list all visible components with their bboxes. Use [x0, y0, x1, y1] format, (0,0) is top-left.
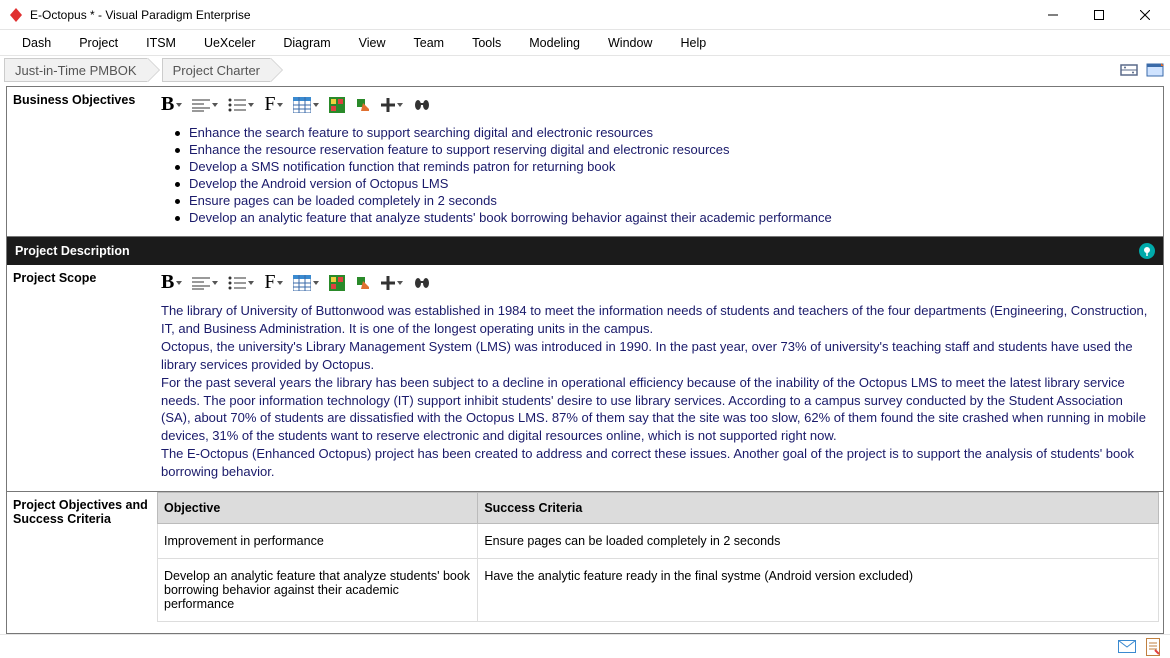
- add-button[interactable]: [381, 98, 403, 112]
- objectives-table[interactable]: Objective Success Criteria Improvement i…: [157, 492, 1159, 622]
- cell-criteria[interactable]: Ensure pages can be loaded completely in…: [478, 524, 1159, 559]
- cell-objective[interactable]: Develop an analytic feature that analyze…: [158, 559, 478, 622]
- list-button[interactable]: [228, 276, 254, 290]
- menu-diagram[interactable]: Diagram: [269, 32, 344, 54]
- menubar: Dash Project ITSM UeXceler Diagram View …: [0, 30, 1170, 56]
- list-item[interactable]: Develop the Android version of Octopus L…: [189, 175, 1155, 192]
- align-button[interactable]: [192, 276, 218, 290]
- section-business-objectives: Business Objectives B F Enhance the sear…: [7, 87, 1163, 237]
- rich-text-toolbar: B F: [161, 91, 1155, 124]
- titlebar: E-Octopus * - Visual Paradigm Enterprise: [0, 0, 1170, 30]
- pin-icon[interactable]: [1139, 243, 1155, 259]
- paragraph[interactable]: The library of University of Buttonwood …: [161, 302, 1155, 337]
- rich-text-toolbar: B F: [161, 269, 1155, 302]
- label-objectives-criteria: Project Objectives and Success Criteria: [7, 492, 157, 622]
- col-criteria: Success Criteria: [478, 493, 1159, 524]
- window-controls: [1030, 0, 1168, 30]
- document-icon[interactable]: [1144, 638, 1162, 656]
- close-button[interactable]: [1122, 0, 1168, 30]
- header-label: Project Description: [15, 244, 130, 258]
- section-header-project-description: Project Description: [7, 237, 1163, 265]
- label-business-objectives: Business Objectives: [7, 87, 157, 236]
- window-title: E-Octopus * - Visual Paradigm Enterprise: [30, 8, 1030, 22]
- section-objectives-criteria: Project Objectives and Success Criteria …: [7, 492, 1163, 622]
- label-project-scope: Project Scope: [7, 265, 157, 491]
- table-header-row: Objective Success Criteria: [158, 493, 1159, 524]
- paragraph[interactable]: Octopus, the university's Library Manage…: [161, 338, 1155, 373]
- switch-view-icon[interactable]: [1118, 59, 1140, 81]
- maximize-button[interactable]: [1076, 0, 1122, 30]
- font-button[interactable]: F: [264, 93, 283, 116]
- bold-button[interactable]: B: [161, 93, 182, 116]
- table-row[interactable]: Develop an analytic feature that analyze…: [158, 559, 1159, 622]
- cell-criteria[interactable]: Have the analytic feature ready in the f…: [478, 559, 1159, 622]
- insert-image-button[interactable]: [355, 97, 371, 113]
- font-button[interactable]: F: [264, 271, 283, 294]
- menu-dash[interactable]: Dash: [8, 32, 65, 54]
- menu-uexceler[interactable]: UeXceler: [190, 32, 269, 54]
- menu-modeling[interactable]: Modeling: [515, 32, 594, 54]
- breadcrumb-bar: Just-in-Time PMBOK Project Charter: [0, 56, 1170, 84]
- list-item[interactable]: Enhance the search feature to support se…: [189, 124, 1155, 141]
- section-project-scope: Project Scope B F The library of Univers…: [7, 265, 1163, 492]
- table-button[interactable]: [293, 97, 319, 113]
- list-button[interactable]: [228, 98, 254, 112]
- insert-model-button[interactable]: [329, 97, 345, 113]
- list-item[interactable]: Ensure pages can be loaded completely in…: [189, 192, 1155, 209]
- cell-objective[interactable]: Improvement in performance: [158, 524, 478, 559]
- menu-window[interactable]: Window: [594, 32, 666, 54]
- minimize-button[interactable]: [1030, 0, 1076, 30]
- menu-help[interactable]: Help: [666, 32, 720, 54]
- statusbar: [0, 634, 1170, 658]
- add-button[interactable]: [381, 276, 403, 290]
- list-item[interactable]: Develop a SMS notification function that…: [189, 158, 1155, 175]
- mail-icon[interactable]: [1118, 638, 1136, 656]
- content-panel[interactable]: Business Objectives B F Enhance the sear…: [6, 86, 1164, 634]
- menu-tools[interactable]: Tools: [458, 32, 515, 54]
- list-item[interactable]: Develop an analytic feature that analyze…: [189, 209, 1155, 226]
- insert-image-button[interactable]: [355, 275, 371, 291]
- menu-project[interactable]: Project: [65, 32, 132, 54]
- table-row[interactable]: Improvement in performance Ensure pages …: [158, 524, 1159, 559]
- business-objectives-list[interactable]: Enhance the search feature to support se…: [161, 124, 1155, 226]
- menu-itsm[interactable]: ITSM: [132, 32, 190, 54]
- find-button[interactable]: [413, 275, 431, 291]
- menu-view[interactable]: View: [345, 32, 400, 54]
- menu-team[interactable]: Team: [400, 32, 459, 54]
- find-button[interactable]: [413, 97, 431, 113]
- col-objective: Objective: [158, 493, 478, 524]
- paragraph[interactable]: For the past several years the library h…: [161, 374, 1155, 444]
- align-button[interactable]: [192, 98, 218, 112]
- paragraph[interactable]: The E-Octopus (Enhanced Octopus) project…: [161, 445, 1155, 480]
- bold-button[interactable]: B: [161, 271, 182, 294]
- list-item[interactable]: Enhance the resource reservation feature…: [189, 141, 1155, 158]
- project-scope-text[interactable]: The library of University of Buttonwood …: [161, 302, 1155, 480]
- breadcrumb-item-charter[interactable]: Project Charter: [162, 58, 271, 82]
- app-icon: [8, 7, 24, 23]
- table-button[interactable]: [293, 275, 319, 291]
- breadcrumb-item-pmbok[interactable]: Just-in-Time PMBOK: [4, 58, 148, 82]
- switch-pane-icon[interactable]: [1144, 59, 1166, 81]
- insert-model-button[interactable]: [329, 275, 345, 291]
